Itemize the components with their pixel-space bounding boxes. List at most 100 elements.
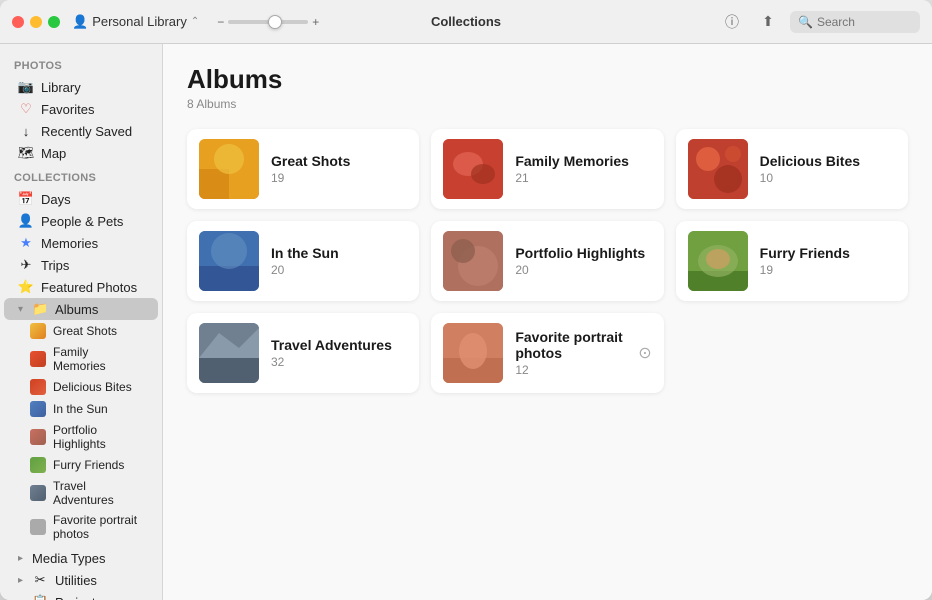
album-card-furry-friends[interactable]: Furry Friends 19 [676, 221, 908, 301]
sidebar-item-recently-saved[interactable]: ↓ Recently Saved [4, 120, 158, 142]
travel-adventures-thumb [30, 485, 46, 501]
sidebar-label-favorites: Favorites [41, 102, 94, 117]
people-pets-icon: 👤 [18, 213, 34, 229]
main-layout: Photos 📷 Library ♡ Favorites ↓ Recently … [0, 44, 932, 600]
sidebar-label-recently-saved: Recently Saved [41, 124, 132, 139]
sidebar-item-media-types[interactable]: ▸ Media Types [4, 548, 158, 569]
sidebar-item-furry-friends[interactable]: Furry Friends [4, 454, 158, 476]
travel-adventures-info: Travel Adventures 32 [271, 337, 407, 369]
sidebar-item-map[interactable]: 🗺 Map [4, 142, 158, 164]
album-card-favorite-portrait[interactable]: Favorite portrait photos 12 ⊙ [431, 313, 663, 393]
album-card-in-the-sun[interactable]: In the Sun 20 [187, 221, 419, 301]
travel-adventures-count: 32 [271, 355, 407, 369]
portfolio-highlights-info: Portfolio Highlights 20 [515, 245, 651, 277]
sidebar-item-library[interactable]: 📷 Library [4, 76, 158, 98]
sidebar-item-albums[interactable]: ▾ 📁 Albums [4, 298, 158, 320]
sidebar-label-favorite-portrait: Favorite portrait photos [53, 513, 144, 541]
in-the-sun-thumb [30, 401, 46, 417]
sidebar-item-days[interactable]: 📅 Days [4, 188, 158, 210]
window-title: Collections [431, 14, 501, 29]
utilities-chevron-icon: ▸ [18, 575, 23, 586]
close-button[interactable] [12, 16, 24, 28]
furry-friends-thumb [30, 457, 46, 473]
furry-friends-count: 19 [760, 263, 896, 277]
traffic-lights [12, 16, 60, 28]
album-card-portfolio-highlights[interactable]: Portfolio Highlights 20 [431, 221, 663, 301]
favorite-portrait-info: Favorite portrait photos 12 [515, 329, 626, 377]
furry-friends-info: Furry Friends 19 [760, 245, 896, 277]
family-memories-thumb [30, 351, 46, 367]
sidebar-label-map: Map [41, 146, 66, 161]
featured-photos-icon: ⭐ [18, 279, 34, 295]
great-shots-thumbnail [199, 139, 259, 199]
maximize-button[interactable] [48, 16, 60, 28]
sidebar-label-library: Library [41, 80, 81, 95]
projects-icon: 📋 [32, 594, 48, 600]
favorite-portrait-count: 12 [515, 363, 626, 377]
great-shots-count: 19 [271, 171, 407, 185]
sidebar-label-family-memories: Family Memories [53, 345, 144, 373]
sidebar-label-days: Days [41, 192, 71, 207]
library-label: Personal Library [92, 14, 187, 29]
sidebar: Photos 📷 Library ♡ Favorites ↓ Recently … [0, 44, 163, 600]
zoom-plus-icon: + [312, 15, 319, 29]
recently-saved-icon: ↓ [18, 123, 34, 139]
sidebar-label-great-shots: Great Shots [53, 324, 117, 338]
sidebar-item-featured-photos[interactable]: ⭐ Featured Photos [4, 276, 158, 298]
sidebar-item-people-pets[interactable]: 👤 People & Pets [4, 210, 158, 232]
albums-grid: Great Shots 19 Family Memories [187, 129, 908, 393]
search-icon: 🔍 [798, 15, 813, 29]
family-memories-count: 21 [515, 171, 651, 185]
library-picker[interactable]: 👤 Personal Library ⌃ [72, 14, 199, 30]
in-the-sun-info: In the Sun 20 [271, 245, 407, 277]
family-memories-thumbnail [443, 139, 503, 199]
sidebar-item-trips[interactable]: ✈ Trips [4, 254, 158, 276]
favorite-portrait-action-icon[interactable]: ⊙ [638, 343, 651, 363]
favorite-portrait-thumbnail [443, 323, 503, 383]
sidebar-item-great-shots[interactable]: Great Shots [4, 320, 158, 342]
zoom-slider[interactable] [228, 20, 308, 24]
titlebar-right: ⓘ ⬆ 🔍 [496, 8, 920, 36]
sidebar-item-portfolio-highlights[interactable]: Portfolio Highlights [4, 420, 158, 454]
album-card-travel-adventures[interactable]: Travel Adventures 32 [187, 313, 419, 393]
media-types-chevron-icon: ▸ [18, 553, 23, 564]
sidebar-item-family-memories[interactable]: Family Memories [4, 342, 158, 376]
projects-chevron-icon: ▸ [18, 597, 23, 600]
album-card-delicious-bites[interactable]: Delicious Bites 10 [676, 129, 908, 209]
album-card-great-shots[interactable]: Great Shots 19 [187, 129, 419, 209]
favorite-portrait-name: Favorite portrait photos [515, 329, 626, 361]
portfolio-highlights-thumbnail [443, 231, 503, 291]
share-button[interactable]: ⬆ [754, 8, 782, 36]
titlebar: 👤 Personal Library ⌃ − + Collections ⓘ ⬆… [0, 0, 932, 44]
map-icon: 🗺 [18, 145, 34, 161]
favorite-portrait-thumb [30, 519, 46, 535]
sidebar-item-projects[interactable]: ▸ 📋 Projects [4, 591, 158, 600]
minimize-button[interactable] [30, 16, 42, 28]
sidebar-label-portfolio-highlights: Portfolio Highlights [53, 423, 144, 451]
search-box[interactable]: 🔍 [790, 11, 920, 33]
delicious-bites-thumb [30, 379, 46, 395]
favorites-icon: ♡ [18, 101, 34, 117]
sidebar-item-favorites[interactable]: ♡ Favorites [4, 98, 158, 120]
sidebar-item-favorite-portrait[interactable]: Favorite portrait photos [4, 510, 158, 544]
furry-friends-thumbnail [688, 231, 748, 291]
furry-friends-name: Furry Friends [760, 245, 896, 261]
sidebar-item-delicious-bites[interactable]: Delicious Bites [4, 376, 158, 398]
in-the-sun-count: 20 [271, 263, 407, 277]
days-icon: 📅 [18, 191, 34, 207]
content-area: Albums 8 Albums Great Shots 19 [163, 44, 932, 600]
album-card-family-memories[interactable]: Family Memories 21 [431, 129, 663, 209]
trips-icon: ✈ [18, 257, 34, 273]
utilities-icon: ✂ [32, 572, 48, 588]
delicious-bites-thumbnail [688, 139, 748, 199]
great-shots-name: Great Shots [271, 153, 407, 169]
sidebar-item-travel-adventures[interactable]: Travel Adventures [4, 476, 158, 510]
albums-chevron-icon: ▾ [18, 304, 23, 315]
sidebar-label-in-the-sun: In the Sun [53, 402, 108, 416]
albums-icon: 📁 [32, 301, 48, 317]
search-input[interactable] [817, 15, 907, 29]
sidebar-item-in-the-sun[interactable]: In the Sun [4, 398, 158, 420]
sidebar-item-utilities[interactable]: ▸ ✂ Utilities [4, 569, 158, 591]
info-button[interactable]: ⓘ [718, 8, 746, 36]
sidebar-item-memories[interactable]: ★ Memories [4, 232, 158, 254]
